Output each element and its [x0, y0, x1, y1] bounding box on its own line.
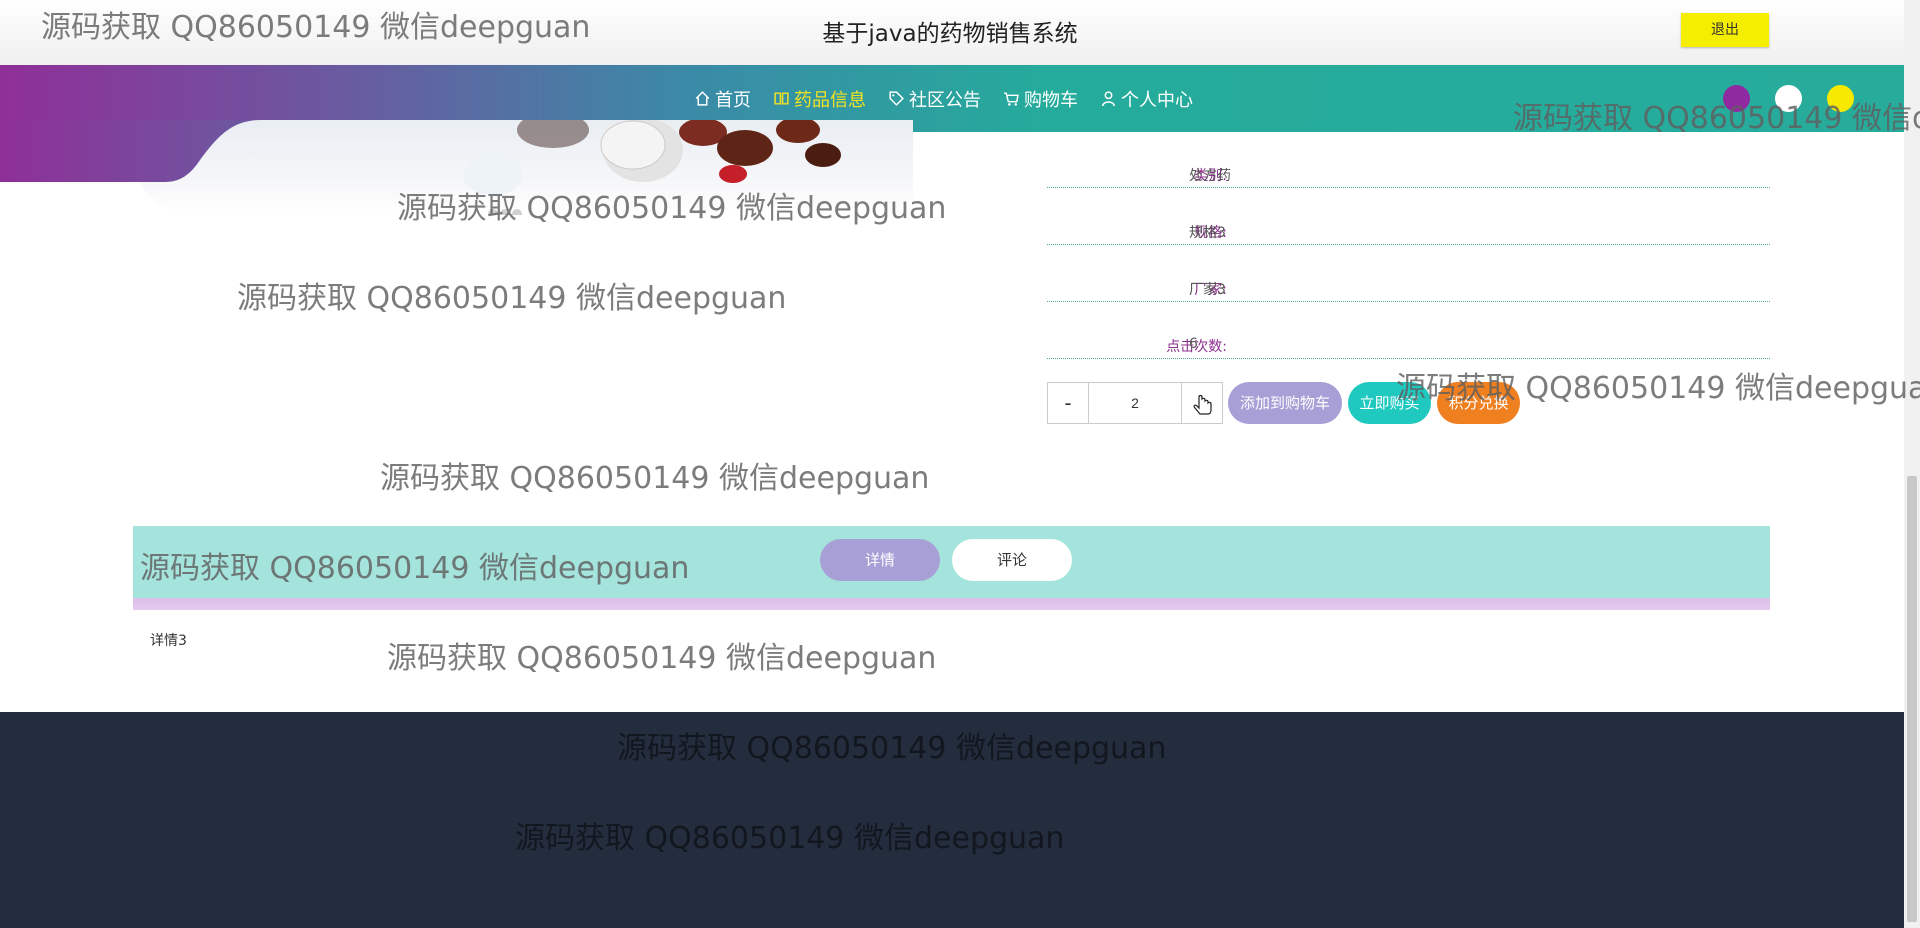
- field-value: 处方药: [1189, 168, 1231, 184]
- nav-item-label: 个人中心: [1121, 89, 1193, 111]
- nav-item-label: 首页: [715, 89, 751, 111]
- watermark: 源码获取 QQ86050149 微信deepguan: [237, 281, 787, 316]
- nav-item-label: 社区公告: [909, 89, 981, 111]
- quantity-decrease-button[interactable]: -: [1047, 382, 1089, 424]
- quantity-input[interactable]: [1089, 382, 1181, 424]
- detail-content: 详情3: [150, 633, 187, 649]
- field-row-category: 类别: 处方药: [1047, 131, 1770, 188]
- cart-icon: [1004, 92, 1019, 106]
- nav-item-home[interactable]: 首页: [694, 86, 751, 112]
- quantity-increase-button[interactable]: [1181, 382, 1223, 424]
- watermark: 源码获取 QQ86050149 微信deepguan: [1513, 101, 1920, 136]
- user-icon: [1101, 91, 1116, 107]
- nav-curve-decoration: [0, 120, 260, 182]
- watermark: 源码获取 QQ86050149 微信deepguan: [380, 461, 930, 496]
- field-row-clicks: 点击次数: 6: [1047, 302, 1770, 359]
- home-icon: [695, 91, 710, 106]
- field-label: 点击次数:: [1166, 339, 1227, 355]
- tab-bar-underline: [133, 598, 1770, 610]
- watermark: 源码获取 QQ86050149 微信deepguan: [617, 731, 1167, 766]
- watermark: 源码获取 QQ86050149 微信deepguan: [1396, 371, 1920, 406]
- tab-comments[interactable]: 评论: [952, 539, 1072, 581]
- tag-icon: [889, 91, 904, 106]
- add-to-cart-button[interactable]: 添加到购物车: [1228, 382, 1342, 424]
- watermark: 源码获取 QQ86050149 微信deepguan: [515, 821, 1065, 856]
- field-row-spec: 规格: 规格3: [1047, 188, 1770, 245]
- nav-item-label: 药品信息: [794, 89, 866, 111]
- nav-item-cart[interactable]: 购物车: [1003, 86, 1078, 112]
- field-value: 厂家3: [1189, 282, 1226, 298]
- field-row-manufacturer: 厂家: 厂家3: [1047, 245, 1770, 302]
- book-icon: [774, 92, 789, 105]
- logout-button[interactable]: 退出: [1681, 13, 1769, 47]
- watermark: 源码获取 QQ86050149 微信deepguan: [140, 551, 690, 586]
- tab-detail[interactable]: 详情: [820, 539, 940, 581]
- watermark: 源码获取 QQ86050149 微信deepguan: [41, 10, 591, 45]
- nav-item-medicine-info[interactable]: 药品信息: [773, 86, 866, 112]
- watermark: 源码获取 QQ86050149 微信deepguan: [387, 641, 937, 676]
- field-value: 6: [1189, 336, 1198, 352]
- watermark: 源码获取 QQ86050149 微信deepguan: [397, 191, 947, 226]
- field-value: 规格3: [1189, 225, 1226, 241]
- nav-item-label: 购物车: [1024, 89, 1078, 111]
- nav-item-profile[interactable]: 个人中心: [1100, 86, 1193, 112]
- scrollbar-thumb[interactable]: [1907, 476, 1917, 922]
- nav-item-announcements[interactable]: 社区公告: [888, 86, 981, 112]
- hand-pointer-icon: [1193, 394, 1212, 415]
